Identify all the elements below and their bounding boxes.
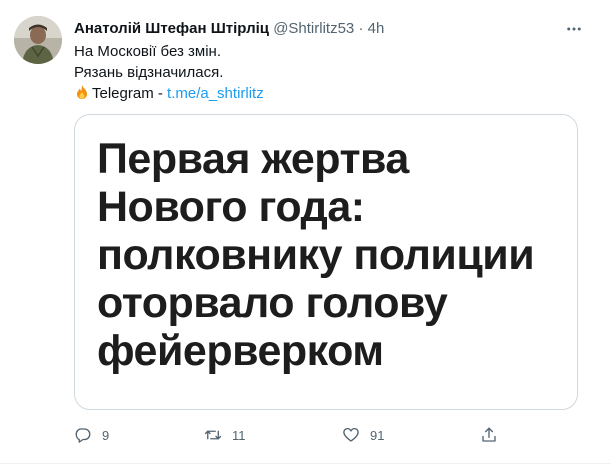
heart-icon xyxy=(343,427,359,442)
tweet-text: На Московії без змін. Рязань відзначилас… xyxy=(74,41,574,104)
image-headline-line: фейерверком xyxy=(97,327,384,375)
tweet-time[interactable]: 4h xyxy=(368,20,385,37)
like-button[interactable]: 91 xyxy=(342,424,384,446)
image-headline-line: полковнику полиции xyxy=(97,231,535,279)
telegram-line: Telegram - t.me/a_shtirlitz xyxy=(74,83,574,104)
retweet-count: 11 xyxy=(232,427,246,443)
share-icon xyxy=(482,427,496,442)
reply-button[interactable]: 9 xyxy=(74,424,109,446)
image-headline-line: Нового года: xyxy=(97,183,365,231)
share-button[interactable] xyxy=(480,424,498,446)
tweet-text-line: Рязань відзначилася. xyxy=(74,64,224,81)
tweet-header: Анатолій Штефан Штірліц @Shtirlitz53 · 4… xyxy=(74,19,384,39)
tweet[interactable]: Анатолій Штефан Штірліц @Shtirlitz53 · 4… xyxy=(0,0,611,464)
more-options-button[interactable] xyxy=(563,18,585,40)
image-headline-line: Первая жертва xyxy=(97,135,409,183)
reply-icon xyxy=(75,428,91,443)
retweet-icon xyxy=(204,430,222,440)
image-headline: Первая жертва Нового года: полковнику по… xyxy=(97,135,567,375)
tweet-text-line: На Московії без змін. xyxy=(74,43,222,60)
like-count: 91 xyxy=(370,427,385,443)
fire-emoji-icon xyxy=(77,85,87,99)
reply-count: 9 xyxy=(102,427,110,443)
tweet-image[interactable]: Первая жертва Нового года: полковнику по… xyxy=(74,114,578,410)
tweet-actions: 9 11 91 xyxy=(74,424,504,446)
retweet-button[interactable]: 11 xyxy=(204,424,246,446)
separator-dot: · xyxy=(358,20,364,37)
author-handle[interactable]: @Shtirlitz53 xyxy=(273,20,354,37)
telegram-label: Telegram - xyxy=(92,85,168,102)
more-horizontal-icon xyxy=(567,27,581,31)
avatar[interactable] xyxy=(14,16,62,64)
image-headline-line: оторвало голову xyxy=(97,279,448,327)
author-name[interactable]: Анатолій Штефан Штірліц xyxy=(74,20,269,37)
avatar-photo xyxy=(14,16,62,64)
telegram-link[interactable]: t.me/a_shtirlitz xyxy=(167,85,264,102)
